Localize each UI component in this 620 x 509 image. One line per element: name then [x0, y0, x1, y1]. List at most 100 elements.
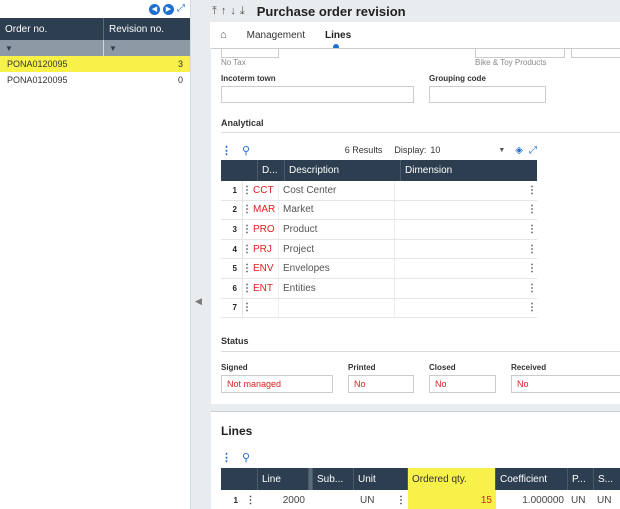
- dimension-cell[interactable]: [394, 220, 527, 239]
- row-options-icon[interactable]: ⋮: [527, 220, 537, 239]
- display-count[interactable]: 10: [430, 145, 440, 155]
- p-column-header[interactable]: P...: [568, 468, 594, 490]
- dimension-cell[interactable]: [394, 278, 527, 298]
- table-row[interactable]: 6 ⋮ ENT Entities ⋮: [221, 278, 537, 299]
- first-record-icon[interactable]: ⤒: [212, 5, 217, 18]
- description-cell: Product: [278, 220, 394, 239]
- row-menu-icon[interactable]: ⋮: [242, 240, 252, 259]
- row-options-icon[interactable]: ⋮: [527, 240, 537, 259]
- filter-icon[interactable]: ▼: [104, 40, 117, 56]
- row-menu-icon[interactable]: ⋮: [242, 201, 252, 220]
- row-menu-icon[interactable]: ⋮: [242, 299, 252, 318]
- ordered-qty-column-header[interactable]: Ordered qty.: [408, 468, 496, 490]
- next-record-icon[interactable]: ▶: [163, 3, 174, 15]
- previous-record-icon[interactable]: ◀: [149, 3, 160, 15]
- s-cell[interactable]: UN: [594, 490, 620, 509]
- next-icon[interactable]: ↓: [230, 5, 236, 17]
- list-row[interactable]: PONA0120095 0: [0, 72, 190, 88]
- printed-field[interactable]: No: [348, 375, 414, 393]
- p-cell[interactable]: UN: [568, 490, 594, 509]
- row-options-icon[interactable]: ⋮: [527, 259, 537, 278]
- ordered-qty-cell[interactable]: 15: [408, 490, 496, 509]
- tab-bar: ⌂ Management Lines: [210, 22, 620, 50]
- dimension-cell[interactable]: [394, 298, 527, 318]
- main-panel: ⤒ ↑ ↓ ⤓ Purchase order revision ⌂ Manage…: [210, 0, 620, 509]
- description-column-header[interactable]: Description: [285, 160, 401, 181]
- row-number: 1: [233, 495, 238, 505]
- code-cell[interactable]: [251, 299, 278, 318]
- expand-icon[interactable]: ⤢: [529, 145, 537, 156]
- table-row[interactable]: 5 ⋮ ENV Envelopes ⋮: [221, 259, 537, 279]
- dimension-cell[interactable]: [394, 200, 527, 220]
- unit-cell[interactable]: UN: [354, 490, 394, 509]
- expand-icon[interactable]: ⤢: [177, 4, 185, 14]
- last-record-icon[interactable]: ⤓: [240, 5, 245, 18]
- previous-icon[interactable]: ↑: [221, 5, 227, 17]
- lines-tab-content: No Tax Bike & Toy Products Incoterm town…: [211, 48, 620, 404]
- dimension-column-header[interactable]: Dimension: [401, 160, 537, 181]
- tax-field[interactable]: [221, 49, 279, 58]
- dimension-cell[interactable]: [394, 239, 527, 259]
- sub-column-header[interactable]: Sub...: [313, 468, 354, 490]
- table-row[interactable]: 7 ⋮ ⋮: [221, 298, 537, 319]
- coefficient-cell[interactable]: 1.000000: [496, 490, 568, 509]
- code-cell[interactable]: PRO: [251, 220, 278, 239]
- table-row[interactable]: 4 ⋮ PRJ Project ⋮: [221, 239, 537, 260]
- partial-field[interactable]: [571, 49, 620, 58]
- left-toolbar: ◀ ▶ ⤢: [0, 0, 190, 18]
- analytical-grid-header: D... Description Dimension: [221, 160, 537, 181]
- dimension-cell[interactable]: [394, 259, 527, 278]
- table-row[interactable]: 1 ⋮ 2000 UN ⋮ 15 1.000000 UN UN: [221, 490, 620, 509]
- row-options-icon[interactable]: ⋮: [527, 299, 537, 318]
- row-options-icon[interactable]: ⋮: [527, 201, 537, 220]
- filter-icon[interactable]: ▼: [0, 40, 104, 56]
- unit-column-header[interactable]: Unit: [354, 468, 408, 490]
- actions-menu-icon[interactable]: ⋮: [221, 144, 232, 157]
- code-cell[interactable]: PRJ: [251, 240, 278, 259]
- row-options-icon[interactable]: ⋮: [527, 181, 537, 200]
- signed-field[interactable]: Not managed: [221, 375, 333, 393]
- row-menu-icon[interactable]: ⋮: [242, 181, 252, 200]
- table-row[interactable]: 3 ⋮ PRO Product ⋮: [221, 220, 537, 240]
- incoterm-town-input[interactable]: [221, 86, 414, 103]
- received-field[interactable]: No: [511, 375, 620, 393]
- row-menu-icon[interactable]: ⋮: [242, 259, 252, 278]
- chevron-down-icon[interactable]: ▼: [498, 147, 505, 154]
- table-row[interactable]: 1 ⋮ CCT Cost Center ⋮: [221, 181, 537, 201]
- layers-icon[interactable]: ◈: [515, 145, 523, 156]
- line-column-header[interactable]: Line: [258, 468, 309, 490]
- code-cell[interactable]: MAR: [251, 201, 278, 220]
- description-cell: [278, 298, 394, 318]
- company-field[interactable]: [475, 49, 565, 58]
- grouping-code-input[interactable]: [429, 86, 546, 103]
- tab-lines[interactable]: Lines: [325, 30, 351, 50]
- code-cell[interactable]: ENT: [251, 279, 278, 298]
- code-column-header[interactable]: D...: [258, 160, 285, 181]
- tab-management[interactable]: Management: [247, 30, 305, 41]
- row-menu-icon[interactable]: ⋮: [242, 220, 252, 239]
- lines-section: Lines ⋮ ⚲ Line Sub... Unit Ordered qty. …: [211, 411, 620, 509]
- collapse-arrow-icon[interactable]: ◀: [195, 296, 202, 307]
- order-no-header[interactable]: Order no.: [0, 18, 104, 40]
- sub-cell[interactable]: [313, 490, 354, 509]
- row-options-icon[interactable]: ⋮: [527, 279, 537, 298]
- unit-menu-icon[interactable]: ⋮: [394, 490, 408, 509]
- incoterm-town-label: Incoterm town: [221, 74, 276, 83]
- search-icon[interactable]: ⚲: [242, 144, 250, 157]
- search-icon[interactable]: ⚲: [242, 451, 250, 464]
- coefficient-column-header[interactable]: Coefficient: [496, 468, 568, 490]
- panel-splitter[interactable]: ◀: [191, 0, 210, 509]
- printed-label: Printed: [348, 363, 376, 372]
- code-cell[interactable]: ENV: [251, 259, 278, 278]
- closed-field[interactable]: No: [429, 375, 496, 393]
- list-row[interactable]: PONA0120095 3: [0, 56, 190, 72]
- row-menu-icon[interactable]: ⋮: [242, 279, 252, 298]
- row-menu-icon[interactable]: ⋮: [243, 490, 258, 509]
- revision-no-header[interactable]: Revision no.: [104, 18, 190, 40]
- s-column-header[interactable]: S...: [594, 468, 620, 490]
- code-cell[interactable]: CCT: [251, 181, 278, 200]
- actions-menu-icon[interactable]: ⋮: [221, 451, 232, 464]
- home-icon[interactable]: ⌂: [220, 29, 227, 41]
- table-row[interactable]: 2 ⋮ MAR Market ⋮: [221, 200, 537, 221]
- dimension-cell[interactable]: [394, 181, 527, 200]
